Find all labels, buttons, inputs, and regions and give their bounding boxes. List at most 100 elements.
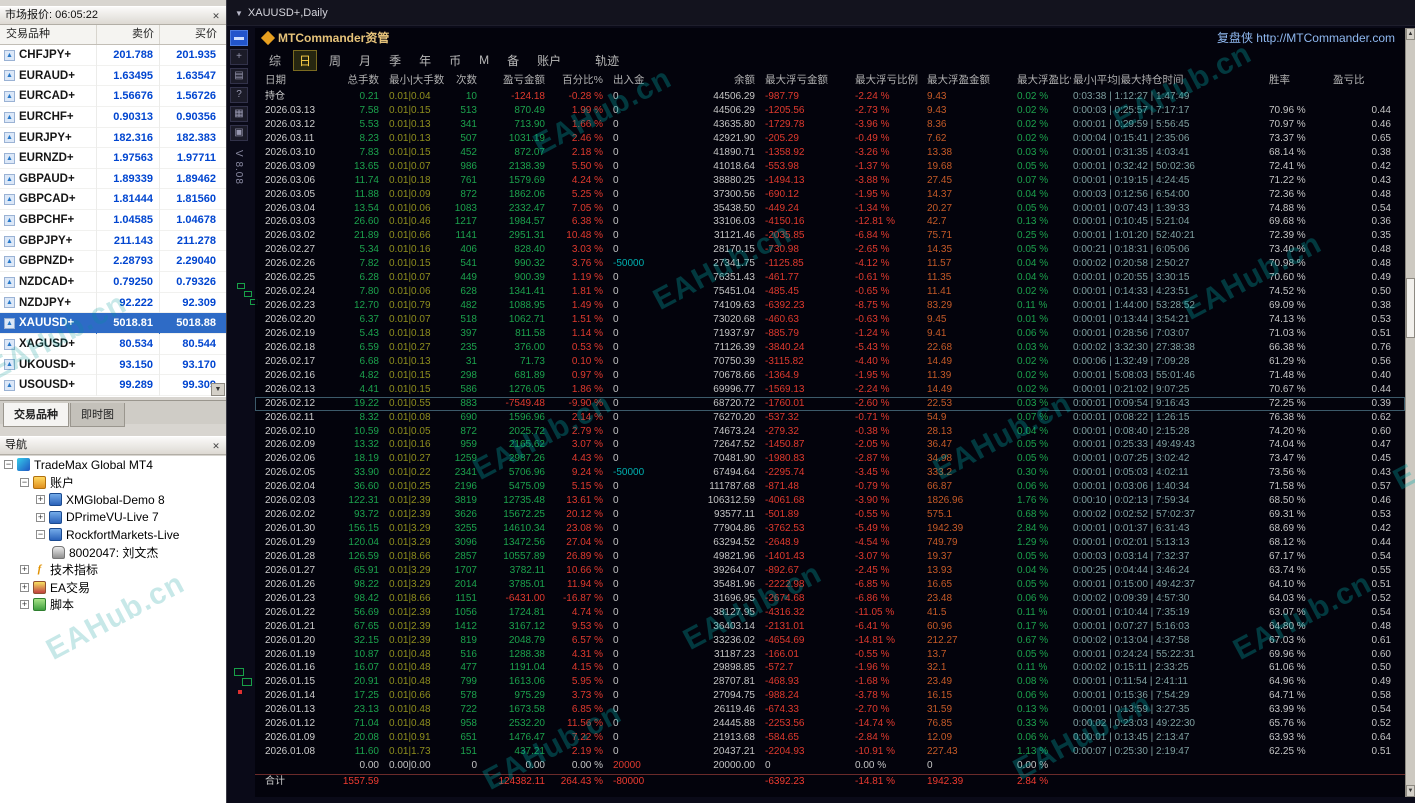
- table-row[interactable]: 2026.02.18 6.59 0.01|0.27 235 376.00 0.53 % 0 7…: [255, 341, 1405, 355]
- brand-link[interactable]: 复盘侠 http://MTCommander.com: [1217, 28, 1395, 48]
- tree-item[interactable]: + f 技术指标: [0, 561, 226, 579]
- chart-menu-icon[interactable]: ▼: [235, 9, 243, 18]
- table-row[interactable]: 2026.02.16 4.82 0.01|0.15 298 681.89 0.97 % 0 7…: [255, 369, 1405, 383]
- menu-item-币[interactable]: 币: [443, 50, 467, 71]
- market-watch-row[interactable]: ▲ USOUSD+ 99.289 99.309: [0, 375, 226, 396]
- expand-icon[interactable]: +: [20, 582, 29, 592]
- menu-item-备[interactable]: 备: [501, 50, 525, 71]
- scroll-down-icon[interactable]: ▼: [1406, 785, 1415, 797]
- table-row[interactable]: 2026.02.10 10.59 0.01|0.05 872 2025.72 2.79 %…: [255, 425, 1405, 439]
- market-watch-row[interactable]: ▲ GBPNZD+ 2.28793 2.29040: [0, 251, 226, 273]
- scrollbar-thumb[interactable]: [1406, 278, 1415, 338]
- close-icon[interactable]: ✕: [209, 439, 223, 452]
- table-row[interactable]: 2026.02.19 5.43 0.01|0.18 397 811.58 1.14 % 0 7…: [255, 327, 1405, 341]
- tree-item[interactable]: + DPrimeVU-Live 7: [0, 509, 226, 527]
- menu-item-月[interactable]: 月: [353, 50, 377, 71]
- table-row[interactable]: 2026.02.25 6.28 0.01|0.07 449 900.39 1.19 % 0 7…: [255, 271, 1405, 285]
- table-row[interactable]: 2026.02.09 13.32 0.01|0.16 959 2165.62 3.07 %…: [255, 438, 1405, 452]
- table-row[interactable]: 2026.03.03 26.60 0.01|0.46 1217 1984.57 6.38 …: [255, 215, 1405, 229]
- chart-titlebar[interactable]: ▼ XAUUSD+,Daily: [227, 0, 1415, 26]
- table-row[interactable]: 2026.01.20 32.15 0.01|2.39 819 2048.79 6.57 %…: [255, 634, 1405, 648]
- market-watch-row[interactable]: ▲ NZDJPY+ 92.222 92.309: [0, 292, 226, 314]
- settings-icon[interactable]: ▤: [230, 68, 248, 84]
- expand-icon[interactable]: +: [20, 600, 29, 610]
- table-row[interactable]: 2026.02.05 33.90 0.01|0.22 2341 5706.96 9.24 …: [255, 466, 1405, 480]
- tree-item[interactable]: + 脚本: [0, 596, 226, 614]
- close-icon[interactable]: ✕: [209, 9, 223, 22]
- column-ask[interactable]: 买价: [159, 25, 222, 44]
- summary-row[interactable]: 合计 1557.59 124382.11 264.43 % -80000 -6392.23…: [255, 773, 1405, 788]
- menu-item-综[interactable]: 综: [263, 50, 287, 71]
- market-watch-row[interactable]: ▲ EURAUD+ 1.63495 1.63547: [0, 65, 226, 87]
- table-row[interactable]: 2026.03.10 7.83 0.01|0.15 452 872.07 2.18 % 0 4…: [255, 146, 1405, 160]
- market-watch-row[interactable]: ▲ EURCAD+ 1.56676 1.56726: [0, 86, 226, 107]
- menu-item-M[interactable]: M: [473, 51, 495, 69]
- snapshot-icon[interactable]: ▣: [230, 125, 248, 141]
- tree-item[interactable]: + XMGlobal-Demo 8: [0, 491, 226, 509]
- table-row[interactable]: 2026.01.28 126.59 0.01|8.66 2857 10557.89 26.…: [255, 550, 1405, 564]
- table-row[interactable]: 2026.02.26 7.82 0.01|0.15 541 990.32 3.76 % -5…: [255, 257, 1405, 271]
- table-row[interactable]: 2026.01.23 98.42 0.01|8.66 1151 -6431.00 -16.…: [255, 592, 1405, 606]
- table-row[interactable]: 2026.03.11 8.23 0.01|0.13 507 1031.19 2.46 % 0…: [255, 132, 1405, 146]
- menu-item-日[interactable]: 日: [293, 49, 318, 71]
- market-watch-row[interactable]: ▲ XAGUSD+ 80.534 80.544: [0, 333, 226, 355]
- crosshair-icon[interactable]: +: [230, 49, 248, 65]
- table-row[interactable]: 持仓 0.21 0.01|0.04 10 -124.18 -0.28 % 0 44506.29…: [255, 90, 1405, 104]
- table-row[interactable]: 2026.02.12 19.22 0.01|0.55 883 -7549.48 -9.90…: [255, 396, 1405, 411]
- collapse-icon[interactable]: −: [20, 477, 29, 487]
- table-row[interactable]: 2026.01.29 120.04 0.01|3.29 3096 13472.56 27.…: [255, 536, 1405, 550]
- table-row[interactable]: 2026.02.11 8.32 0.01|0.08 690 1596.96 2.14 % 0…: [255, 411, 1405, 425]
- expand-icon[interactable]: +: [20, 565, 29, 575]
- menu-item-账户[interactable]: 账户: [531, 50, 567, 71]
- table-row[interactable]: 2026.03.05 11.88 0.01|0.09 872 1862.06 5.25 %…: [255, 188, 1405, 202]
- menu-item-年[interactable]: 年: [413, 50, 437, 71]
- expand-icon[interactable]: +: [36, 512, 45, 522]
- table-row[interactable]: 2026.03.12 5.53 0.01|0.13 341 713.90 1.66 % 0 4…: [255, 118, 1405, 132]
- table-row[interactable]: 2026.01.09 20.08 0.01|0.91 651 1476.47 7.22 %…: [255, 731, 1405, 745]
- vertical-scrollbar[interactable]: ▲ ▼: [1405, 28, 1415, 797]
- market-watch-row[interactable]: ▲ GBPJPY+ 211.143 211.278: [0, 230, 226, 252]
- table-row[interactable]: 2026.02.04 36.60 0.01|0.25 2196 5475.09 5.15 …: [255, 480, 1405, 494]
- table-row[interactable]: 2026.01.12 71.04 0.01|0.48 958 2532.20 11.56 …: [255, 717, 1405, 731]
- tree-item[interactable]: − TradeMax Global MT4: [0, 456, 226, 474]
- table-row[interactable]: 2026.02.23 12.70 0.01|0.79 482 1088.95 1.49 %…: [255, 299, 1405, 313]
- panel-collapse-icon[interactable]: ▬: [230, 30, 248, 46]
- table-row[interactable]: 2026.03.04 13.54 0.01|0.06 1083 2332.47 7.05 …: [255, 202, 1405, 216]
- collapse-icon[interactable]: −: [4, 460, 13, 470]
- column-symbol[interactable]: 交易品种: [0, 25, 96, 44]
- market-watch-row[interactable]: ▲ GBPCAD+ 1.81444 1.81560: [0, 189, 226, 211]
- table-row[interactable]: 2026.01.08 11.60 0.01|1.73 151 437.21 2.19 % 0…: [255, 745, 1405, 759]
- table-row[interactable]: 2026.01.19 10.87 0.01|0.48 516 1288.38 4.31 %…: [255, 648, 1405, 662]
- table-row[interactable]: 2026.01.30 156.15 0.01|3.29 3255 14610.34 23.…: [255, 522, 1405, 536]
- table-row[interactable]: 2026.02.27 5.34 0.01|0.16 406 828.40 3.03 % 0 2…: [255, 243, 1405, 257]
- table-row[interactable]: 2026.01.22 56.69 0.01|2.39 1056 1724.81 4.74 …: [255, 606, 1405, 620]
- table-row[interactable]: 2026.02.20 6.37 0.01|0.07 518 1062.71 1.51 % 0…: [255, 313, 1405, 327]
- market-watch-row[interactable]: ▲ XAUUSD+ 5018.81 5018.88: [0, 313, 226, 334]
- table-row[interactable]: 2026.02.02 93.72 0.01|2.39 3626 15672.25 20.1…: [255, 508, 1405, 522]
- menu-item-周[interactable]: 周: [323, 50, 347, 71]
- tree-item[interactable]: + EA交易: [0, 579, 226, 597]
- tree-item[interactable]: 8002047: 刘文杰: [0, 544, 226, 562]
- table-row[interactable]: 2026.01.27 65.91 0.01|3.29 1707 3782.11 10.66…: [255, 564, 1405, 578]
- table-row[interactable]: 2026.01.13 23.13 0.01|0.48 722 1673.58 6.85 %…: [255, 703, 1405, 717]
- table-row[interactable]: 2026.01.26 98.22 0.01|3.29 2014 3785.01 11.94…: [255, 578, 1405, 592]
- table-row[interactable]: 2026.01.21 67.65 0.01|2.39 1412 3167.12 9.53 …: [255, 620, 1405, 634]
- table-row[interactable]: 2026.01.14 17.25 0.01|0.66 578 975.29 3.73 % 0…: [255, 689, 1405, 703]
- scroll-down-icon[interactable]: ▼: [211, 383, 225, 396]
- market-watch-row[interactable]: ▲ NZDCAD+ 0.79250 0.79326: [0, 272, 226, 293]
- menu-item-轨迹[interactable]: 轨迹: [589, 50, 625, 71]
- tree-item[interactable]: − RockfortMarkets-Live: [0, 526, 226, 544]
- tab-active[interactable]: 交易品种: [3, 403, 69, 427]
- grid-icon[interactable]: ▦: [230, 106, 248, 122]
- table-row[interactable]: 0.00 0.00|0.00 0 0.00 0.00 % 20000 20000.00 0 0.…: [255, 759, 1405, 773]
- market-watch-row[interactable]: ▲ EURCHF+ 0.90313 0.90356: [0, 106, 226, 128]
- market-watch-row[interactable]: ▲ GBPAUD+ 1.89339 1.89462: [0, 168, 226, 190]
- table-row[interactable]: 2026.02.17 6.68 0.01|0.13 31 71.73 0.10 % 0 707…: [255, 355, 1405, 369]
- table-row[interactable]: 2026.02.06 18.19 0.01|0.27 1259 2987.26 4.43 …: [255, 452, 1405, 466]
- table-row[interactable]: 2026.01.15 20.91 0.01|0.48 799 1613.06 5.95 %…: [255, 675, 1405, 689]
- market-watch-row[interactable]: ▲ EURJPY+ 182.316 182.383: [0, 127, 226, 149]
- tree-item[interactable]: − 账户: [0, 474, 226, 492]
- collapse-icon[interactable]: −: [36, 530, 45, 540]
- table-row[interactable]: 2026.01.16 16.07 0.01|0.48 477 1191.04 4.15 %…: [255, 661, 1405, 675]
- table-row[interactable]: 2026.03.13 7.58 0.01|0.15 513 870.49 1.99 % 0 4…: [255, 104, 1405, 118]
